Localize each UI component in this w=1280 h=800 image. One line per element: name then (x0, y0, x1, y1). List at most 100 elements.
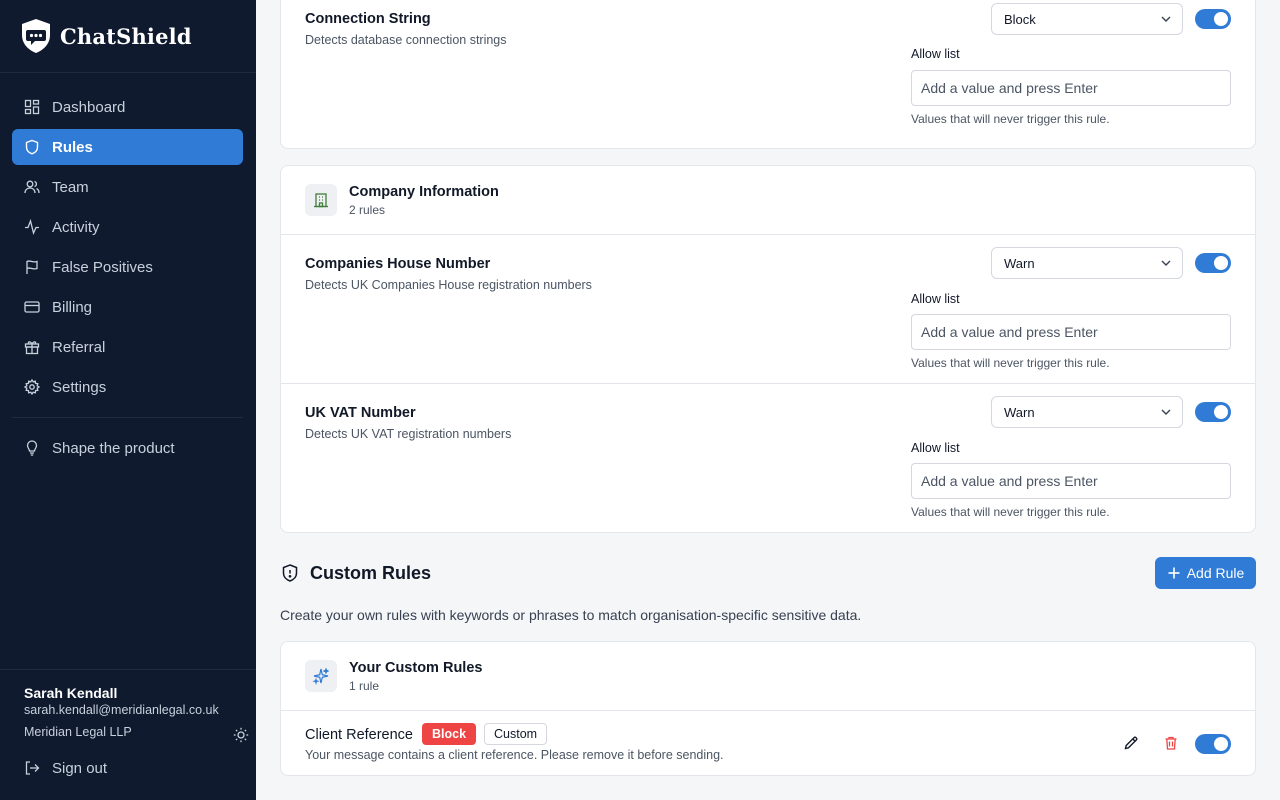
group-rule-count: 2 rules (349, 203, 386, 217)
pencil-icon (1124, 736, 1138, 750)
rule-enabled-toggle[interactable] (1195, 9, 1231, 29)
sidebar-item-false-positives[interactable]: False Positives (12, 249, 243, 285)
chevron-down-icon (1161, 260, 1171, 266)
select-value: Block (1004, 11, 1036, 27)
gift-icon (24, 339, 40, 355)
gear-icon (24, 379, 40, 395)
rule-row-uk-vat-number: UK VAT Number Detects UK VAT registratio… (281, 384, 1255, 532)
sidebar-item-activity[interactable]: Activity (12, 209, 243, 245)
sidebar-item-label: Settings (52, 378, 107, 396)
action-badge: Block (422, 723, 477, 745)
dashboard-icon (24, 99, 40, 115)
lightbulb-icon (24, 440, 40, 456)
allow-list-label: Allow list (911, 292, 960, 306)
sidebar-item-referral[interactable]: Referral (12, 329, 243, 365)
rule-group-company-information: Company Information 2 rules Companies Ho… (280, 165, 1256, 533)
user-org: Meridian Legal LLP (24, 725, 132, 739)
select-value: Warn (1004, 404, 1035, 420)
rule-message: Your message contains a client reference… (305, 748, 724, 762)
sidebar-nav: Dashboard Rules Team Activity False Posi… (12, 89, 243, 409)
sidebar-item-billing[interactable]: Billing (12, 289, 243, 325)
sidebar-item-shape-the-product[interactable]: Shape the product (12, 430, 243, 466)
divider (12, 417, 243, 418)
rule-name: UK VAT Number (305, 405, 416, 421)
rule-action-select[interactable]: Warn (991, 396, 1183, 428)
allow-list-input[interactable] (911, 314, 1231, 350)
allow-list-help: Values that will never trigger this rule… (911, 356, 1110, 370)
rule-row-companies-house-number: Companies House Number Detects UK Compan… (281, 235, 1255, 383)
custom-rule-enabled-toggle[interactable] (1195, 734, 1231, 754)
rule-action-select[interactable]: Warn (991, 247, 1183, 279)
rule-description: Detects UK Companies House registration … (305, 278, 592, 292)
add-rule-label: Add Rule (1186, 565, 1245, 581)
group-rule-count: 1 rule (349, 679, 380, 693)
sidebar-item-label: Referral (52, 338, 106, 356)
users-icon (24, 179, 40, 195)
group-title: Your Custom Rules (349, 660, 483, 676)
chevron-down-icon (1161, 16, 1171, 22)
sidebar-item-label: Rules (52, 138, 93, 156)
sign-out-button[interactable]: Sign out (12, 750, 243, 786)
plus-icon (1168, 567, 1180, 579)
sidebar-item-label: Activity (52, 218, 100, 236)
rule-action-select[interactable]: Block (991, 3, 1183, 35)
sidebar-item-rules[interactable]: Rules (12, 129, 243, 165)
allow-list-label: Allow list (911, 441, 960, 455)
user-name: Sarah Kendall (24, 685, 118, 701)
sidebar-item-label: Billing (52, 298, 93, 316)
credit-card-icon (24, 299, 40, 315)
sidebar-item-label: Shape the product (52, 439, 175, 457)
allow-list-label: Allow list (911, 47, 960, 61)
section-description: Create your own rules with keywords or p… (280, 607, 862, 623)
allow-list-input[interactable] (911, 463, 1231, 499)
trash-icon (1165, 736, 1177, 750)
type-badge: Custom (484, 723, 548, 745)
divider (0, 669, 256, 670)
sidebar-item-team[interactable]: Team (12, 169, 243, 205)
allow-list-help: Values that will never trigger this rule… (911, 505, 1110, 519)
rule-name: Client Reference (305, 727, 413, 743)
rule-enabled-toggle[interactable] (1195, 402, 1231, 422)
custom-rule-row-client-reference: Client Reference Block Custom Your messa… (281, 711, 1255, 775)
edit-button[interactable] (1121, 733, 1141, 753)
rule-name: Companies House Number (305, 256, 491, 272)
rule-group-card: Connection String Detects database conne… (280, 0, 1256, 149)
activity-icon (24, 219, 40, 235)
delete-button[interactable] (1161, 733, 1181, 753)
brand[interactable]: ChatShield (20, 17, 192, 55)
sidebar-extra: Shape the product (12, 430, 243, 470)
sidebar-item-label: Team (52, 178, 89, 196)
sun-icon[interactable] (233, 727, 249, 743)
add-rule-button[interactable]: Add Rule (1155, 557, 1256, 589)
sidebar-item-settings[interactable]: Settings (12, 369, 243, 405)
sidebar: ChatShield Dashboard Rules Team Activity… (0, 0, 256, 800)
chevron-down-icon (1161, 409, 1171, 415)
allow-list-help: Values that will never trigger this rule… (911, 112, 1110, 126)
user-email: sarah.kendall@meridianlegal.co.uk (24, 703, 219, 717)
custom-rules-card: Your Custom Rules 1 rule Client Referenc… (280, 641, 1256, 776)
rule-description: Detects UK VAT registration numbers (305, 427, 512, 441)
sidebar-item-dashboard[interactable]: Dashboard (12, 89, 243, 125)
sparkles-icon (305, 660, 337, 692)
shield-alert-icon (282, 564, 298, 582)
allow-list-input[interactable] (911, 70, 1231, 106)
group-header: Company Information 2 rules (281, 166, 1255, 234)
divider (0, 72, 256, 73)
sidebar-item-label: False Positives (52, 258, 153, 276)
group-header: Your Custom Rules 1 rule (281, 642, 1255, 710)
sign-out-icon (24, 760, 40, 776)
sign-out-label: Sign out (52, 759, 108, 777)
select-value: Warn (1004, 255, 1035, 271)
sidebar-item-label: Dashboard (52, 98, 126, 116)
group-title: Company Information (349, 184, 499, 200)
brand-name: ChatShield (60, 23, 192, 49)
rule-row-connection-string: Connection String Detects database conne… (281, 1, 1255, 149)
shield-icon (24, 139, 40, 155)
flag-icon (24, 259, 40, 275)
shield-chat-logo-icon (22, 19, 50, 53)
rule-description: Detects database connection strings (305, 33, 507, 47)
rule-enabled-toggle[interactable] (1195, 253, 1231, 273)
building-icon (305, 184, 337, 216)
rule-name: Connection String (305, 11, 431, 27)
section-title-text: Custom Rules (310, 562, 432, 583)
